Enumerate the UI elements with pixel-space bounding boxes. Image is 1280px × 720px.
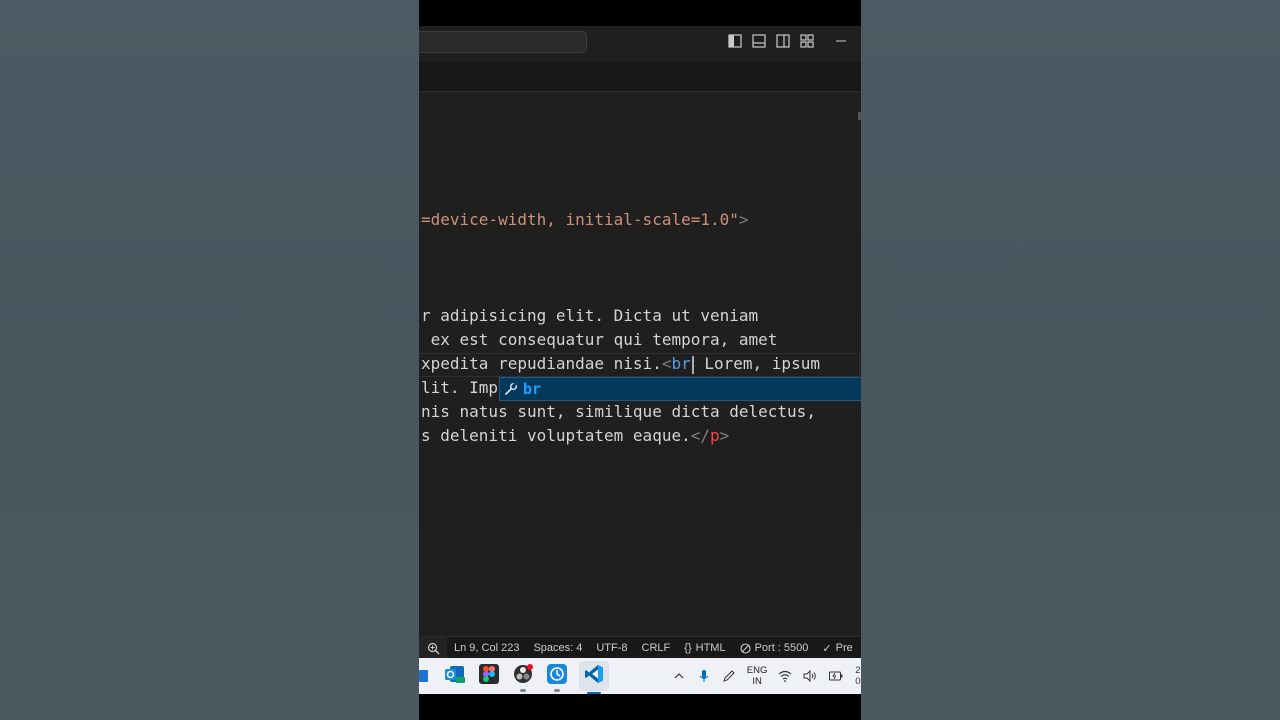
taskbar-app-clock[interactable] [545, 664, 569, 692]
background-left [0, 0, 419, 720]
code-line[interactable]: r adipisicing elit. Dicta ut veniam [421, 304, 758, 328]
volume-icon[interactable] [803, 668, 818, 684]
encoding-setting[interactable]: UTF-8 [589, 637, 634, 659]
title-bar [419, 26, 861, 62]
code-token: ex est consequatur qui tempora, amet [421, 330, 778, 349]
outlook-icon [444, 663, 466, 689]
clock-app-icon [547, 664, 567, 688]
zoom-icon[interactable] [419, 637, 447, 659]
toggle-panel-icon[interactable] [751, 33, 767, 49]
code-token: xpedita repudiandae nisi. [421, 354, 662, 373]
figma-icon [479, 664, 499, 688]
code-editor[interactable]: =device-width, initial-scale=1.0"> r adi… [419, 92, 861, 636]
code-token: nis natus sunt, similique dicta delectus… [421, 402, 816, 421]
prettier-label: Pre [835, 642, 853, 654]
language-label: HTML [695, 642, 726, 654]
pen-icon[interactable] [722, 668, 737, 684]
language-code: ENG [746, 665, 768, 676]
toggle-secondary-sidebar-icon[interactable] [775, 33, 791, 49]
braces-icon: {} [684, 642, 692, 654]
running-indicator [520, 689, 526, 692]
letterbox-bottom [419, 694, 861, 720]
running-indicator [554, 689, 560, 692]
taskbar-app-outlook[interactable] [443, 664, 467, 688]
code-token: br [671, 354, 691, 373]
wrench-icon [503, 381, 519, 397]
screen-capture: =device-width, initial-scale=1.0"> r adi… [419, 0, 861, 720]
battery-icon[interactable] [828, 668, 843, 684]
language-mode[interactable]: {} HTML [677, 637, 732, 659]
suggestion-label: br [523, 380, 542, 398]
obs-icon [513, 664, 533, 688]
indentation-setting[interactable]: Spaces: 4 [526, 637, 589, 659]
taskbar-app-vscode[interactable] [579, 661, 609, 695]
system-clock[interactable]: 22-0 [855, 665, 861, 687]
code-token: s deleniti voluptatem eaque. [421, 426, 691, 445]
double-check-icon: ✓ [822, 642, 832, 655]
code-line[interactable]: s deleniti voluptatem eaque.</p> [421, 424, 729, 448]
code-line[interactable]: nis natus sunt, similique dicta delectus… [421, 400, 816, 424]
region-code: IN [752, 676, 762, 687]
cursor-position[interactable]: Ln 9, Col 223 [447, 637, 526, 659]
windows-taskbar: ENG IN 22-0 [419, 658, 861, 695]
customize-layout-icon[interactable] [799, 33, 815, 49]
code-line[interactable]: lit. Imp [421, 376, 498, 400]
layout-controls [727, 33, 849, 49]
taskbar-app-obs[interactable] [511, 664, 535, 692]
code-line[interactable]: ex est consequatur qui tempora, amet [421, 328, 778, 352]
scrollbar-marker[interactable] [858, 112, 861, 120]
code-token: > [738, 210, 749, 229]
code-line[interactable]: xpedita repudiandae nisi.<br Lorem, ipsu… [421, 352, 820, 376]
chevron-up-icon[interactable] [671, 668, 686, 684]
wifi-icon[interactable] [777, 668, 792, 684]
code-token: lit. Imp [421, 378, 499, 397]
code-token: p [709, 426, 720, 445]
toggle-primary-sidebar-icon[interactable] [727, 33, 743, 49]
microphone-icon[interactable] [696, 668, 711, 684]
live-server-port[interactable]: Port : 5500 [733, 637, 816, 659]
taskbar-app-partial[interactable] [419, 664, 431, 688]
editor-tab-bar [419, 62, 861, 92]
minimize-window-icon[interactable] [833, 33, 849, 49]
code-line[interactable]: =device-width, initial-scale=1.0"> [421, 208, 749, 232]
status-bar: Ln 9, Col 223 Spaces: 4 UTF-8 CRLF {} HT… [419, 636, 861, 659]
vscode-icon [584, 664, 604, 688]
no-entry-icon [740, 642, 751, 654]
code-token: r adipisicing elit. Dicta ut veniam [421, 306, 759, 325]
system-tray: ENG IN 22-0 [671, 658, 861, 694]
eol-setting[interactable]: CRLF [635, 637, 678, 659]
prettier-status[interactable]: ✓ Pre [815, 637, 859, 659]
command-center-search[interactable] [419, 31, 587, 53]
taskbar-app-figma[interactable] [477, 664, 501, 688]
text-cursor [691, 355, 694, 374]
code-token: =device-width, initial-scale=1.0" [421, 210, 739, 229]
code-token: </ [690, 426, 710, 445]
code-token: Lorem, ipsum [694, 354, 820, 373]
input-language[interactable]: ENG IN [747, 665, 768, 687]
port-label: Port : 5500 [754, 642, 809, 654]
code-token: > [719, 426, 730, 445]
background-right [861, 0, 1280, 720]
autocomplete-suggestion[interactable]: br [499, 377, 861, 401]
